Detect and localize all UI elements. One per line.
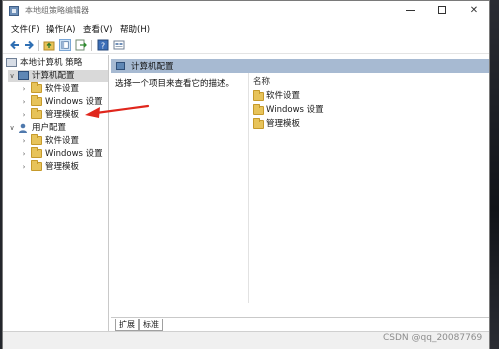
red-arrow-annotation (85, 104, 150, 118)
watermark-text: CSDN @qq_20087769 (383, 333, 483, 343)
